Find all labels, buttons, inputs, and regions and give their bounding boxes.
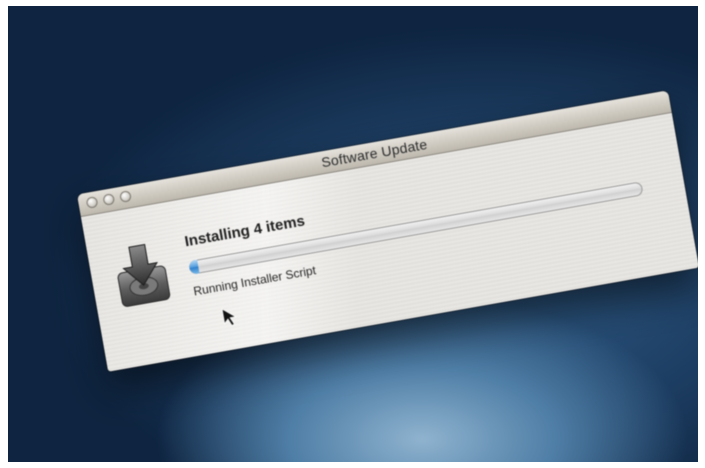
- desktop-background: Software Update Installing 4 items Runni…: [8, 6, 698, 462]
- software-update-window: Software Update Installing 4 items Runni…: [76, 90, 698, 372]
- install-progress-fill: [188, 259, 200, 275]
- photo-frame: Software Update Installing 4 items Runni…: [8, 6, 698, 462]
- mouse-pointer-icon: [221, 308, 237, 327]
- installer-disk-icon: [117, 243, 171, 307]
